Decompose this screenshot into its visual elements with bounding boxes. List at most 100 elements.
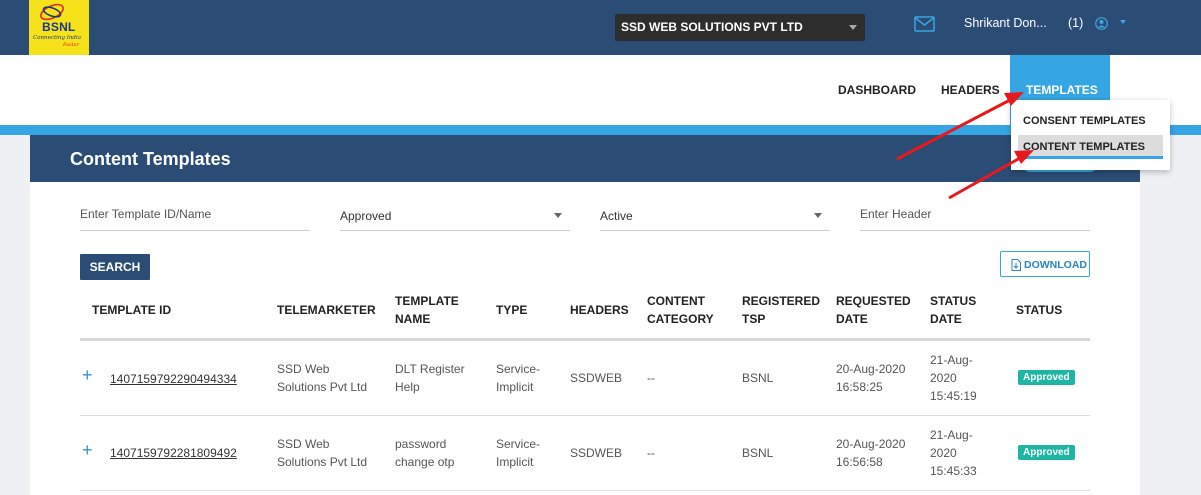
row-headers: SSDWEB xyxy=(570,446,623,460)
column-header-template-id: TEMPLATE ID xyxy=(92,303,172,317)
brand-tagline: Connecting India xyxy=(33,35,81,41)
row-telemarketer: SSD Web Solutions Pvt Ltd xyxy=(277,435,367,471)
cell-text: 16:58:25 xyxy=(836,380,883,394)
column-header-telemarketer: TELEMARKETER xyxy=(277,303,376,317)
column-header-headers: HEADERS xyxy=(570,303,629,317)
cell-text: Solutions Pvt Ltd xyxy=(277,455,368,469)
row-content-category: -- xyxy=(647,446,655,460)
column-header-status: STATUS xyxy=(1016,303,1063,317)
row-content-category: -- xyxy=(647,371,655,385)
row-divider xyxy=(80,415,1090,416)
template-id-link[interactable]: 1407159792290494334 xyxy=(110,372,237,386)
row-divider xyxy=(80,490,1090,491)
column-header-text: TEMPLATE xyxy=(395,294,459,308)
column-header-text: CONTENT xyxy=(647,294,705,308)
column-header-requested-date: REQUESTED DATE xyxy=(836,292,911,328)
cell-text: change otp xyxy=(395,455,455,469)
column-header-text: NAME xyxy=(395,312,431,326)
row-type: Service- Implicit xyxy=(496,360,540,396)
expand-row-plus-icon[interactable]: + xyxy=(82,365,93,386)
bsnl-swoosh-icon xyxy=(40,3,64,21)
chevron-down-icon xyxy=(849,25,857,30)
mail-icon[interactable] xyxy=(914,16,935,32)
row-telemarketer: SSD Web Solutions Pvt Ltd xyxy=(277,360,367,396)
column-header-text: REGISTERED xyxy=(742,294,821,308)
cell-text: Service- xyxy=(496,437,541,451)
brand-name: BSNL xyxy=(42,20,76,34)
status-badge: Approved xyxy=(1018,445,1075,460)
column-header-template-name: TEMPLATE NAME xyxy=(395,292,459,328)
row-template-name: password change otp xyxy=(395,435,454,471)
chevron-down-icon xyxy=(814,213,822,218)
column-header-text: TSP xyxy=(742,312,766,326)
nav-dashboard[interactable]: DASHBOARD xyxy=(838,83,916,97)
file-download-icon xyxy=(1011,259,1021,271)
row-template-name: DLT Register Help xyxy=(395,360,465,396)
active-status-value: Active xyxy=(600,209,633,223)
active-status-select[interactable]: Active xyxy=(600,197,830,231)
download-button-label: DOWNLOAD xyxy=(1024,259,1087,271)
cell-text: DLT Register xyxy=(395,362,465,376)
template-search-placeholder: Enter Template ID/Name xyxy=(80,207,212,221)
row-status-date: 21-Aug- 2020 15:45:33 xyxy=(930,426,977,480)
cell-text: password xyxy=(395,437,447,451)
approval-status-select[interactable]: Approved xyxy=(340,197,570,231)
cell-text: 2020 xyxy=(930,446,957,460)
approval-status-value: Approved xyxy=(340,209,392,223)
column-header-type: TYPE xyxy=(496,303,528,317)
column-header-registered-tsp: REGISTERED TSP xyxy=(742,292,820,328)
nav-templates[interactable]: TEMPLATES xyxy=(1026,83,1098,97)
column-header-text: STATUS xyxy=(930,294,977,308)
header-search-placeholder: Enter Header xyxy=(860,207,932,221)
column-header-text: CATEGORY xyxy=(647,312,714,326)
table-header-divider xyxy=(80,338,1090,341)
status-badge: Approved xyxy=(1018,370,1075,385)
cell-text: Implicit xyxy=(496,455,534,469)
download-button[interactable]: DOWNLOAD xyxy=(1000,251,1090,277)
organization-select-value: SSD WEB SOLUTIONS PVT LTD xyxy=(621,20,803,34)
cell-text: Implicit xyxy=(496,380,534,394)
card-header: Content Templates xyxy=(30,135,1140,182)
user-icon[interactable] xyxy=(1095,17,1108,30)
organization-select[interactable]: SSD WEB SOLUTIONS PVT LTD xyxy=(615,14,865,41)
cell-text: SSD Web xyxy=(277,362,330,376)
search-button[interactable]: SEARCH xyxy=(80,254,150,280)
row-registered-tsp: BSNL xyxy=(742,371,774,385)
cell-text: 16:56:58 xyxy=(836,455,883,469)
menu-item-consent-templates[interactable]: CONSENT TEMPLATES xyxy=(1023,115,1146,127)
menu-item-content-templates[interactable]: CONTENT TEMPLATES xyxy=(1023,141,1145,153)
cell-text: 21-Aug- xyxy=(930,353,973,367)
nav-headers[interactable]: HEADERS xyxy=(941,83,1000,97)
column-header-content-category: CONTENT CATEGORY xyxy=(647,292,714,328)
column-header-text: DATE xyxy=(836,312,868,326)
cell-text: 15:45:19 xyxy=(930,389,977,403)
cell-text: SSD Web xyxy=(277,437,330,451)
template-id-link[interactable]: 1407159792281809492 xyxy=(110,446,237,460)
page-title: Content Templates xyxy=(70,149,231,169)
cell-text: 20-Aug-2020 xyxy=(836,437,906,451)
cell-text: Solutions Pvt Ltd xyxy=(277,380,368,394)
row-headers: SSDWEB xyxy=(570,371,623,385)
templates-dropdown-menu: CONSENT TEMPLATES CONTENT TEMPLATES xyxy=(1011,100,1170,170)
header-search-input[interactable]: Enter Header xyxy=(860,197,1090,231)
bsnl-logo[interactable]: BSNL Connecting India Faster xyxy=(29,0,89,55)
row-status-date: 21-Aug- 2020 15:45:19 xyxy=(930,351,977,405)
cell-text: 21-Aug- xyxy=(930,428,973,442)
chevron-down-icon xyxy=(554,213,562,218)
row-requested-date: 20-Aug-2020 16:58:25 xyxy=(836,360,905,396)
cell-text: Help xyxy=(395,380,420,394)
user-count: (1) xyxy=(1068,16,1084,30)
brand-tagline-2: Faster xyxy=(63,42,80,48)
column-header-status-date: STATUS DATE xyxy=(930,292,976,328)
user-menu-caret-icon[interactable] xyxy=(1120,20,1126,24)
row-requested-date: 20-Aug-2020 16:56:58 xyxy=(836,435,905,471)
expand-row-plus-icon[interactable]: + xyxy=(82,440,93,461)
cell-text: 20-Aug-2020 xyxy=(836,362,906,376)
cell-text: 2020 xyxy=(930,371,957,385)
cell-text: Service- xyxy=(496,362,541,376)
row-registered-tsp: BSNL xyxy=(742,446,774,460)
template-search-input[interactable]: Enter Template ID/Name xyxy=(80,197,310,231)
cell-text: 15:45:33 xyxy=(930,464,977,478)
user-name[interactable]: Shrikant Don... xyxy=(964,16,1047,30)
column-header-text: REQUESTED xyxy=(836,294,911,308)
